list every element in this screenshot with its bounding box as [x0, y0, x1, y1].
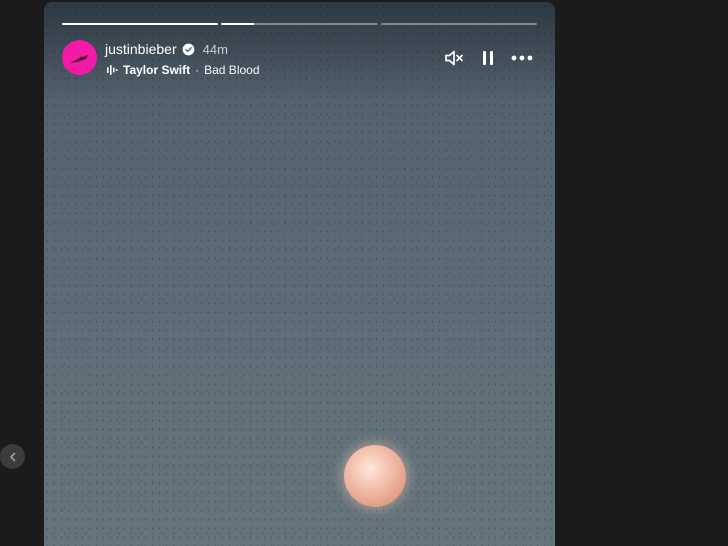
mute-button[interactable]: [437, 46, 471, 70]
progress-segment: [221, 23, 378, 25]
progress-segment: [380, 23, 537, 25]
previous-story-button[interactable]: [0, 444, 25, 469]
story-progress: [62, 23, 537, 25]
music-artist: Taylor Swift: [123, 63, 191, 77]
avatar-graphic: [70, 55, 88, 63]
pause-icon: [483, 51, 493, 65]
avatar[interactable]: [62, 40, 97, 75]
progress-segment: [62, 23, 219, 25]
music-separator: ·: [195, 63, 200, 77]
chevron-left-icon: [9, 452, 15, 461]
story-viewer: justinbieber 44m Taylor Swift · Bad Bloo…: [0, 0, 728, 546]
more-options-icon: [511, 55, 533, 61]
audio-bars-icon: [107, 65, 118, 75]
post-time: 44m: [202, 41, 228, 57]
music-song: Bad Blood: [204, 63, 260, 77]
user-line: justinbieber 44m: [105, 41, 228, 57]
username-link[interactable]: justinbieber: [105, 41, 177, 57]
pause-button[interactable]: [471, 46, 505, 70]
verified-badge-icon: [182, 43, 194, 55]
story-controls: [437, 46, 539, 70]
more-options-button[interactable]: [505, 46, 539, 70]
story-header: justinbieber 44m Taylor Swift · Bad Bloo…: [60, 38, 539, 80]
volume-muted-icon: [445, 50, 463, 66]
story-card[interactable]: justinbieber 44m Taylor Swift · Bad Bloo…: [44, 2, 555, 546]
moon-image: [344, 445, 406, 507]
music-info[interactable]: Taylor Swift · Bad Blood: [106, 63, 260, 77]
